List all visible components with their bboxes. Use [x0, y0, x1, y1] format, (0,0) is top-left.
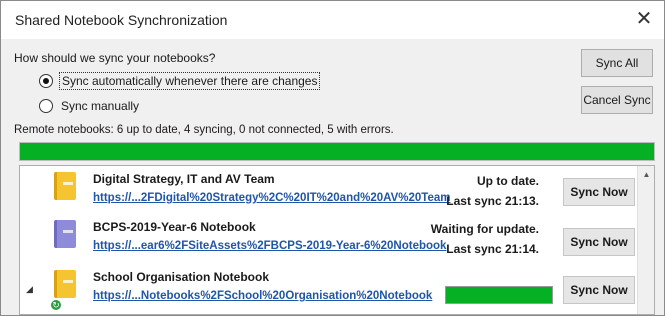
notebook-status: Waiting for update.	[430, 222, 539, 236]
notebook-status: Up to date.	[477, 174, 539, 188]
notebook-link[interactable]: https://...2FDigital%20Strategy%2C%20IT%…	[93, 192, 450, 204]
title-bar: Shared Notebook Synchronization ✕	[1, 1, 664, 39]
dialog-title: Shared Notebook Synchronization	[15, 12, 228, 28]
notebook-last-sync: Last sync 21:14.	[446, 242, 539, 256]
sync-now-button[interactable]: Sync Now	[563, 228, 635, 256]
sync-summary: Remote notebooks: 6 up to date, 4 syncin…	[14, 124, 394, 136]
notebook-link[interactable]: https://...Notebooks%2FSchool%20Organisa…	[93, 290, 432, 302]
sync-now-button[interactable]: Sync Now	[563, 178, 635, 206]
purple-notebook-icon	[54, 220, 76, 248]
sync-badge-icon: ↻	[50, 299, 62, 311]
notebook-link[interactable]: https://...ear6%2FSiteAssets%2FBCPS-2019…	[93, 240, 446, 252]
list-scrollbar[interactable]: ▲	[637, 166, 654, 314]
overall-progress-fill	[20, 143, 654, 160]
radio-sync-manually[interactable]: Sync manually	[39, 96, 141, 116]
overall-progress-bar	[19, 142, 655, 161]
notebook-last-sync: Last sync 21:13.	[446, 194, 539, 208]
notebook-list[interactable]: Digital Strategy, IT and AV Team https:/…	[19, 165, 655, 315]
sync-dialog: Shared Notebook Synchronization ✕ How sh…	[0, 0, 665, 316]
notebook-sync-progress-bar	[445, 286, 553, 304]
radio-sync-automatically[interactable]: Sync automatically whenever there are ch…	[39, 71, 321, 91]
notebook-row: BCPS-2019-Year-6 Notebook https://...ear…	[20, 214, 638, 262]
notebook-name: School Organisation Notebook	[93, 270, 270, 284]
radio-label-manual[interactable]: Sync manually	[59, 98, 141, 114]
notebook-row: Digital Strategy, IT and AV Team https:/…	[20, 166, 638, 214]
notebook-name: BCPS-2019-Year-6 Notebook	[93, 220, 256, 234]
yellow-notebook-icon	[54, 172, 76, 200]
sync-all-button[interactable]: Sync All	[581, 49, 653, 77]
sync-now-button[interactable]: Sync Now	[563, 276, 635, 304]
radio-button-unchecked[interactable]	[39, 99, 53, 113]
radio-button-checked[interactable]	[39, 74, 53, 88]
yellow-notebook-icon	[54, 270, 76, 298]
radio-label-automatic[interactable]: Sync automatically whenever there are ch…	[59, 72, 321, 90]
cancel-sync-button[interactable]: Cancel Sync	[581, 86, 653, 114]
close-icon[interactable]: ✕	[630, 7, 658, 33]
expand-triangle-icon[interactable]: ◢	[26, 284, 33, 295]
sync-question: How should we sync your notebooks?	[14, 51, 216, 65]
notebook-name: Digital Strategy, IT and AV Team	[93, 172, 275, 186]
scroll-up-arrow-icon[interactable]: ▲	[638, 166, 654, 183]
